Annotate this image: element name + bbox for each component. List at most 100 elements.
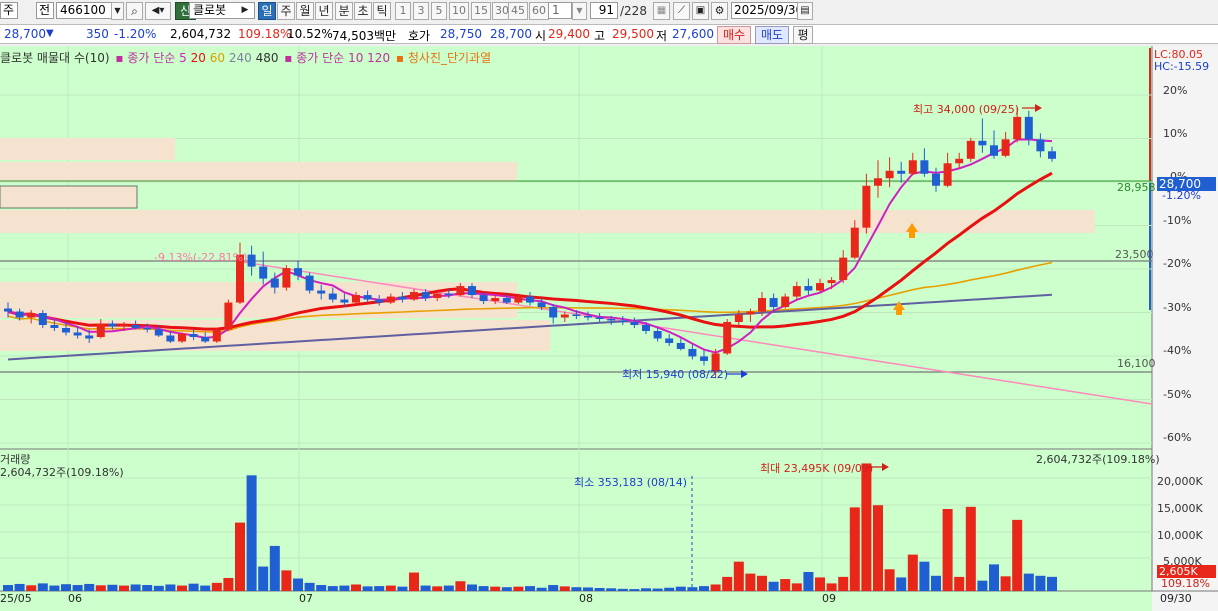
volume-bar-down xyxy=(142,585,153,591)
candle-up xyxy=(734,314,743,323)
volume-bar-down xyxy=(304,582,315,591)
candle-down xyxy=(769,298,778,308)
volume-bar-down xyxy=(1047,576,1057,591)
volume-bar-down xyxy=(443,585,454,591)
volume-bar-down xyxy=(699,586,709,591)
candle-down xyxy=(143,327,152,330)
candle-down xyxy=(38,313,47,326)
annot-trend: -9.13%(-22.81%) xyxy=(154,251,248,264)
volume-profile-zone xyxy=(0,138,175,160)
volume-bar-up xyxy=(281,570,292,591)
volume-bar-up xyxy=(211,582,222,591)
candle-down xyxy=(804,286,813,291)
price-volume-chart[interactable] xyxy=(0,0,1218,611)
candle-up xyxy=(456,286,465,296)
hc-value: HC:-15.59 xyxy=(1154,60,1210,73)
candle-down xyxy=(201,336,210,342)
volume-bar-up xyxy=(838,576,849,591)
volume-bar-down xyxy=(664,587,675,591)
candle-down xyxy=(618,320,627,323)
candle-up xyxy=(781,296,790,308)
volume-bar-down xyxy=(675,586,686,591)
volume-bar-down xyxy=(107,584,118,591)
candle-down xyxy=(73,332,82,336)
annot-volume-min: 최소 353,183 (08/14) xyxy=(574,476,688,489)
pct-tick: -30% xyxy=(1163,301,1192,314)
volume-bar-down xyxy=(583,587,593,591)
volume-bar-up xyxy=(490,586,501,591)
volume-bar-down xyxy=(571,587,582,591)
pct-tick: -50% xyxy=(1163,388,1192,401)
volume-bar-down xyxy=(362,586,373,591)
volume-bar-down xyxy=(687,587,698,591)
date-label: 08 xyxy=(579,592,593,605)
candle-down xyxy=(62,327,70,333)
candle-up xyxy=(862,185,871,228)
volume-bar-up xyxy=(954,576,965,591)
volume-bar-up xyxy=(884,569,895,591)
candle-up xyxy=(491,298,500,302)
candle-down xyxy=(247,254,256,267)
candle-up xyxy=(723,322,732,354)
chart-legend: 클로봇 매물대 수(10) ▪ 종가 단순 5 20 60 240 480 ▪ … xyxy=(0,49,491,66)
signal-arrow-up xyxy=(909,232,915,238)
volume-bar-down xyxy=(374,586,385,591)
legend-ma60: 60 xyxy=(209,51,225,65)
candle-up xyxy=(758,298,766,312)
volume-bar-down xyxy=(501,587,512,591)
volume-bar-down xyxy=(467,584,477,591)
candle-down xyxy=(154,329,163,336)
candle-down xyxy=(294,268,302,276)
annot-volume-max: 최대 23,495K (09/09) xyxy=(760,462,874,475)
volume-bar-up xyxy=(907,554,918,591)
candle-down xyxy=(990,145,998,156)
volume-bar-down xyxy=(1023,573,1034,591)
candle-down xyxy=(328,293,337,300)
candle-down xyxy=(595,317,604,320)
volume-bar-up xyxy=(849,507,860,591)
volume-bar-up xyxy=(965,506,976,591)
volume-profile-zones xyxy=(0,138,1095,351)
volume-bar-down xyxy=(339,585,350,591)
candle-down xyxy=(920,160,929,174)
candle-down xyxy=(166,335,175,342)
candle-down xyxy=(340,299,349,303)
candle-up xyxy=(955,158,964,164)
candle-down xyxy=(537,302,546,308)
volume-profile-zone xyxy=(0,162,517,182)
volume-bar-down xyxy=(606,588,617,591)
current-volume-pct: 109.18% xyxy=(1161,577,1210,590)
candle-down xyxy=(421,292,430,299)
candle-up xyxy=(433,293,442,299)
legend-signal: ▪ 청사진_단기과열 xyxy=(395,51,492,65)
candle-up xyxy=(1001,139,1010,156)
volume-bar-up xyxy=(95,585,106,591)
legend-ma-price-text: 종가 단순 xyxy=(127,51,176,65)
candle-down xyxy=(468,286,476,296)
volume-bar-down xyxy=(246,475,257,591)
signal-arrow-up xyxy=(896,310,902,315)
volume-bar-down xyxy=(652,588,663,591)
signal-arrow-up xyxy=(893,301,905,310)
volume-bar-down xyxy=(269,545,280,591)
volume-bar-down xyxy=(316,585,327,591)
volume-bar-up xyxy=(455,581,466,591)
volume-bar-up xyxy=(26,585,37,591)
volume-bar-down xyxy=(768,581,779,591)
volume-bar-up xyxy=(513,586,524,591)
volume-bar-up xyxy=(757,575,767,591)
candle-down xyxy=(630,322,639,326)
current-pct-tag: -1.20% xyxy=(1162,189,1201,202)
volume-bar-up xyxy=(722,576,733,591)
volume-tick: 20,000K xyxy=(1157,475,1203,488)
candle-down xyxy=(1048,151,1056,159)
candle-up xyxy=(386,296,395,303)
date-label: 09 xyxy=(822,592,836,605)
candle-down xyxy=(270,278,279,288)
legend-ma20: 20 xyxy=(190,51,206,65)
candle-up xyxy=(352,295,360,303)
candle-up xyxy=(850,227,859,258)
volume-bar-down xyxy=(397,586,408,591)
date-label: 07 xyxy=(299,592,313,605)
pct-tick: 10% xyxy=(1163,127,1188,140)
